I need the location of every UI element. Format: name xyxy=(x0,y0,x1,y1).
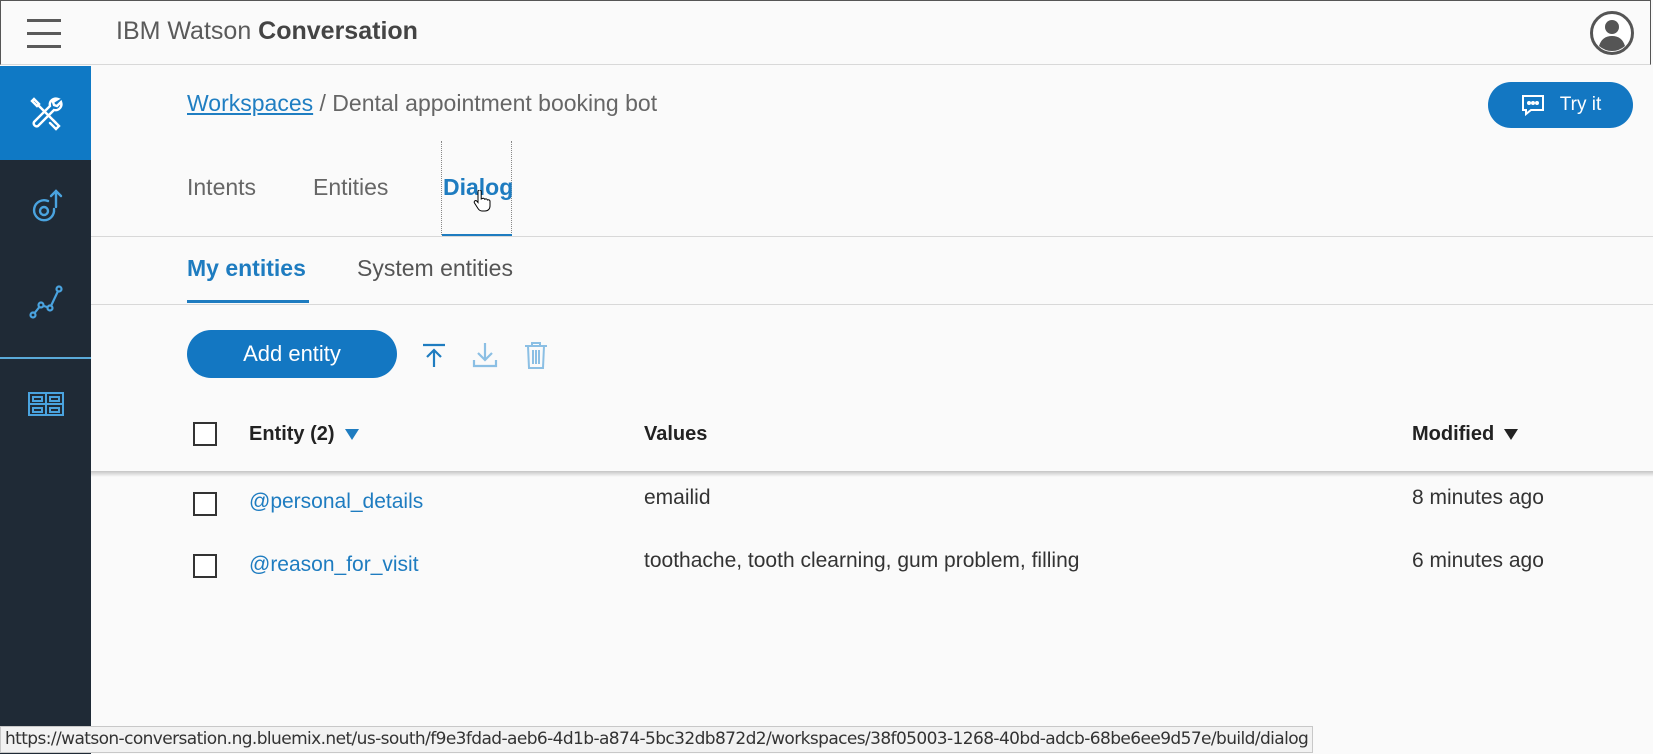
sidebar xyxy=(0,66,91,754)
tabs-divider xyxy=(91,236,1653,237)
hand-cursor-icon xyxy=(473,190,491,212)
tab-entities[interactable]: Entities xyxy=(313,174,388,201)
upload-icon[interactable] xyxy=(419,340,449,370)
add-entity-button[interactable]: Add entity xyxy=(187,330,397,378)
tools-icon xyxy=(29,97,63,131)
entity-modified: 6 minutes ago xyxy=(1412,549,1544,572)
app-title-bold: Conversation xyxy=(258,17,418,45)
entity-name-link[interactable]: @reason_for_visit xyxy=(249,553,419,577)
sidebar-item-improve[interactable] xyxy=(0,254,91,348)
sidebar-item-build[interactable] xyxy=(0,66,91,160)
app-title-prefix: IBM Watson xyxy=(116,17,252,45)
subtab-my-entities[interactable]: My entities xyxy=(187,255,306,282)
entity-values: toothache, tooth clearning, gum problem,… xyxy=(644,549,1080,572)
column-header-modified[interactable]: Modified xyxy=(1412,423,1519,446)
column-header-values: Values xyxy=(644,423,708,445)
deploy-icon xyxy=(32,189,62,222)
table-header-shadow xyxy=(91,471,1653,477)
sidebar-item-workspaces[interactable] xyxy=(0,356,91,450)
status-bar-url: https://watson-conversation.ng.bluemix.n… xyxy=(0,726,1314,753)
entity-modified: 8 minutes ago xyxy=(1412,486,1544,509)
breadcrumb-link-workspaces[interactable]: Workspaces xyxy=(187,90,313,116)
column-header-modified-label: Modified xyxy=(1412,423,1495,445)
row-checkbox[interactable] xyxy=(193,492,217,516)
sort-down-icon[interactable] xyxy=(1504,429,1519,441)
app-title: IBM Watson Conversation xyxy=(116,17,418,46)
breadcrumb: Workspaces / Dental appointment booking … xyxy=(187,90,657,117)
breadcrumb-separator: / xyxy=(313,90,333,116)
try-it-label: Try it xyxy=(1559,94,1602,115)
subtab-active-indicator xyxy=(187,300,309,303)
chat-bubble-icon xyxy=(1521,95,1544,117)
workspaces-icon xyxy=(27,392,64,416)
select-all-checkbox[interactable] xyxy=(193,422,217,446)
column-header-entity[interactable]: Entity (2) xyxy=(249,423,359,446)
top-bar: IBM Watson Conversation xyxy=(0,0,1651,65)
row-checkbox[interactable] xyxy=(193,554,217,578)
user-avatar-icon[interactable] xyxy=(1590,11,1634,55)
hamburger-menu-icon[interactable] xyxy=(27,19,61,49)
entity-name-link[interactable]: @personal_details xyxy=(249,490,423,514)
sort-down-icon[interactable] xyxy=(344,429,359,441)
column-header-entity-label: Entity (2) xyxy=(249,423,335,445)
analytics-icon xyxy=(28,285,63,319)
sidebar-item-deploy[interactable] xyxy=(0,160,91,254)
tab-intents[interactable]: Intents xyxy=(187,174,256,201)
subtab-system-entities[interactable]: System entities xyxy=(357,255,513,282)
try-it-button[interactable]: Try it xyxy=(1488,82,1633,128)
subtabs-divider xyxy=(91,304,1653,305)
download-icon[interactable] xyxy=(470,340,500,370)
breadcrumb-current: Dental appointment booking bot xyxy=(332,90,658,116)
delete-icon[interactable] xyxy=(521,340,551,370)
entity-values: emailid xyxy=(644,486,711,509)
